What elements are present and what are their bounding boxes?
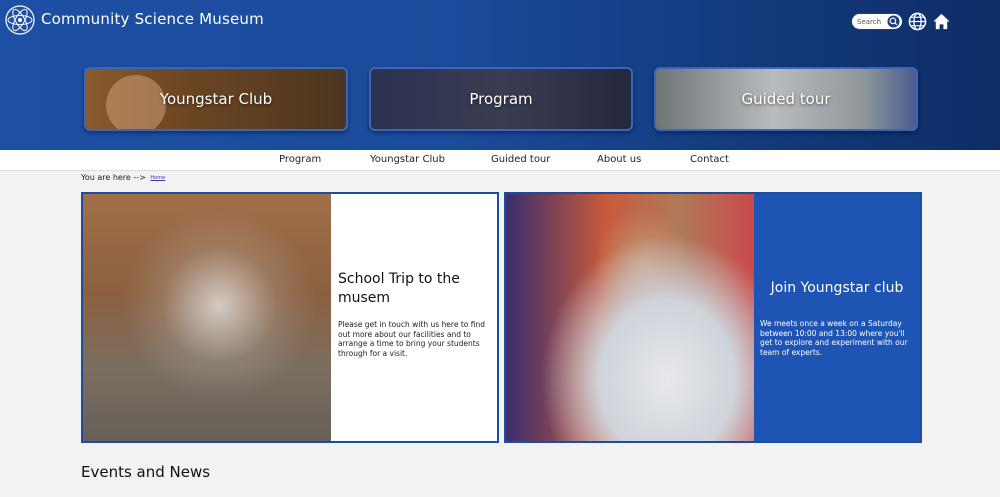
events-heading: Events and News — [81, 463, 211, 481]
main-nav: Program Youngstar Club Guided tour About… — [0, 150, 1000, 171]
nav-item-contact[interactable]: Contact — [690, 154, 729, 165]
site-header: Community Science Museum Search Youngsta… — [0, 0, 1000, 150]
atom-logo-icon[interactable] — [4, 4, 36, 36]
search-box[interactable]: Search — [851, 13, 903, 30]
nav-item-program[interactable]: Program — [279, 154, 321, 165]
nav-item-guided-tour[interactable]: Guided tour — [491, 154, 550, 165]
nav-item-about-us[interactable]: About us — [597, 154, 641, 165]
tile-guided-tour[interactable]: Guided tour — [654, 67, 918, 131]
search-input[interactable]: Search — [857, 18, 881, 26]
youngstar-club-card[interactable]: Join Youngstar club We meets once a week… — [504, 192, 922, 443]
search-icon[interactable] — [887, 15, 900, 28]
home-icon[interactable] — [932, 12, 951, 31]
tile-program[interactable]: Program — [369, 67, 633, 131]
school-trip-card[interactable]: School Trip to the musem Please get in t… — [81, 192, 499, 443]
youngstar-title: Join Youngstar club — [770, 280, 904, 296]
nav-item-youngstar-club[interactable]: Youngstar Club — [370, 154, 445, 165]
breadcrumb-home-link[interactable]: Home — [150, 175, 165, 181]
tile-youngstar-club[interactable]: Youngstar Club — [84, 67, 348, 131]
youngstar-panel: Join Youngstar club We meets once a week… — [754, 194, 920, 441]
school-trip-title: School Trip to the musem — [338, 271, 460, 306]
school-trip-text: School Trip to the musem Please get in t… — [338, 270, 493, 358]
school-trip-body: Please get in touch with us here to find… — [338, 320, 485, 358]
youngstar-body: We meets once a week on a Saturday betwe… — [760, 319, 908, 357]
site-title[interactable]: Community Science Museum — [41, 10, 264, 28]
globe-icon[interactable] — [908, 12, 927, 31]
museum-hall-image — [83, 194, 331, 441]
tile-label: Program — [469, 90, 533, 108]
breadcrumb-prefix: You are here --> — [81, 173, 146, 182]
tile-label: Youngstar Club — [159, 90, 273, 108]
vr-headset-image — [506, 194, 754, 441]
breadcrumb: You are here --> Home — [81, 173, 165, 182]
tile-label: Guided tour — [741, 90, 831, 108]
